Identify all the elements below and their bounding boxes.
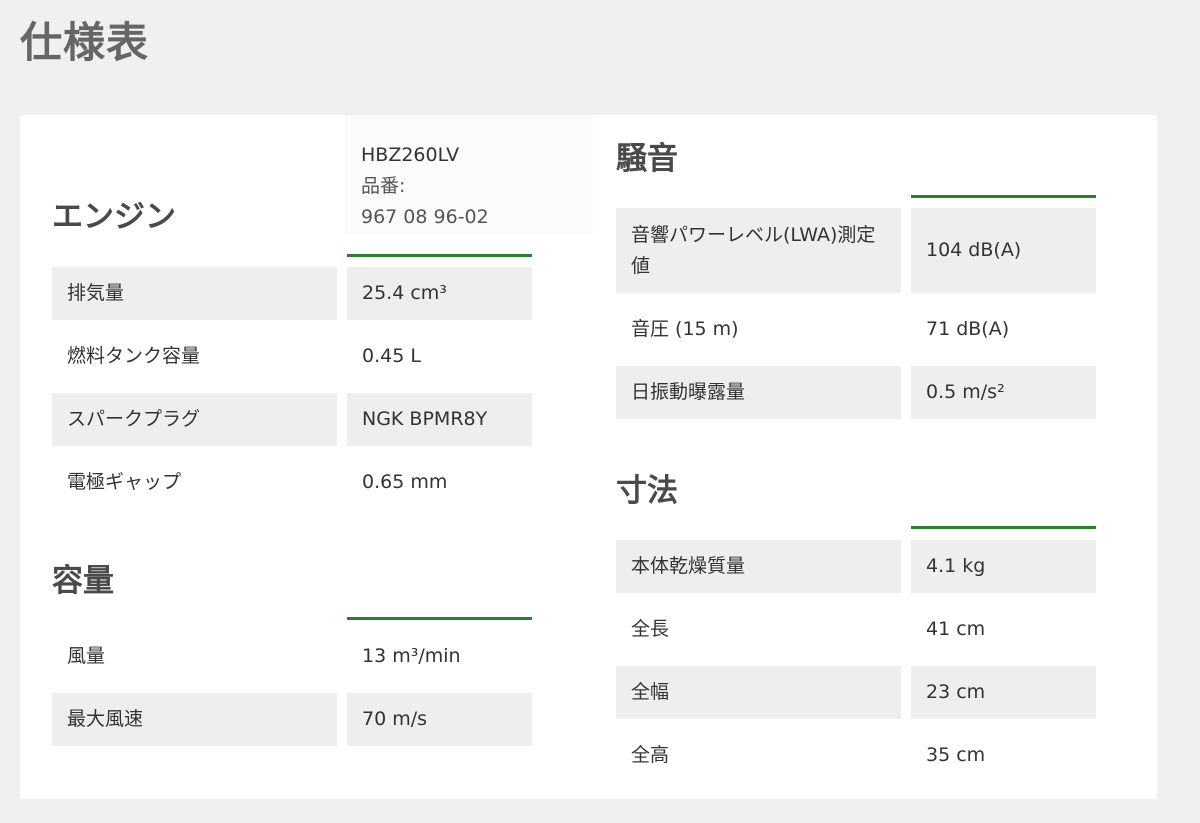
section-title-noise: 騒音 [616,141,678,177]
spec-value-dry-weight: 4.1 kg [911,540,1096,593]
spec-value-sound-pressure: 71 dB(A) [926,318,1010,340]
spec-label-spark-plug: スパークプラグ [52,393,337,446]
model-number: 967 08 96-02 [361,206,489,228]
spec-label-electrode-gap: 電極ギャップ [67,471,182,493]
spec-value-spark-plug: NGK BPMR8Y [347,393,532,446]
section-divider-capacity [347,617,532,620]
section-divider-engine [347,254,532,257]
spec-value-fuel-tank: 0.45 L [362,345,421,367]
spec-label-air-volume: 風量 [67,645,106,667]
spec-value-displacement: 25.4 cm³ [347,267,532,320]
spec-label-sound-pressure: 音圧 (15 m) [631,318,739,340]
spec-label-displacement: 排気量 [52,267,337,320]
model-number-label: 品番: [361,175,406,197]
section-title-engine: エンジン [52,199,176,235]
spec-value-vibration: 0.5 m/s² [911,366,1096,419]
spec-label-width: 全幅 [616,666,901,719]
spec-value-electrode-gap: 0.65 mm [362,471,448,493]
section-title-dimensions: 寸法 [616,473,678,509]
spec-label-dry-weight: 本体乾燥質量 [616,540,901,593]
section-divider-noise [911,195,1096,198]
spec-value-air-volume: 13 m³/min [362,645,461,667]
section-divider-dimensions [911,526,1096,529]
spec-label-vibration: 日振動曝露量 [616,366,901,419]
spec-label-length: 全長 [631,618,670,640]
spec-value-max-air-speed: 70 m/s [347,693,532,746]
spec-value-sound-power: 104 dB(A) [911,208,1096,293]
spec-label-height: 全高 [631,744,670,766]
spec-label-max-air-speed: 最大風速 [52,693,337,746]
spec-value-height: 35 cm [926,744,986,766]
spec-value-width: 23 cm [911,666,1096,719]
model-name: HBZ260LV [361,144,460,166]
spec-table-card: HBZ260LV 品番: 967 08 96-02 エンジン 排気量 25.4 … [20,115,1157,799]
spec-value-length: 41 cm [926,618,986,640]
spec-label-fuel-tank: 燃料タンク容量 [67,345,201,367]
page-title: 仕様表 [20,18,150,67]
section-title-capacity: 容量 [52,563,114,599]
spec-label-sound-power: 音響パワーレベル(LWA)測定値 [616,208,901,293]
